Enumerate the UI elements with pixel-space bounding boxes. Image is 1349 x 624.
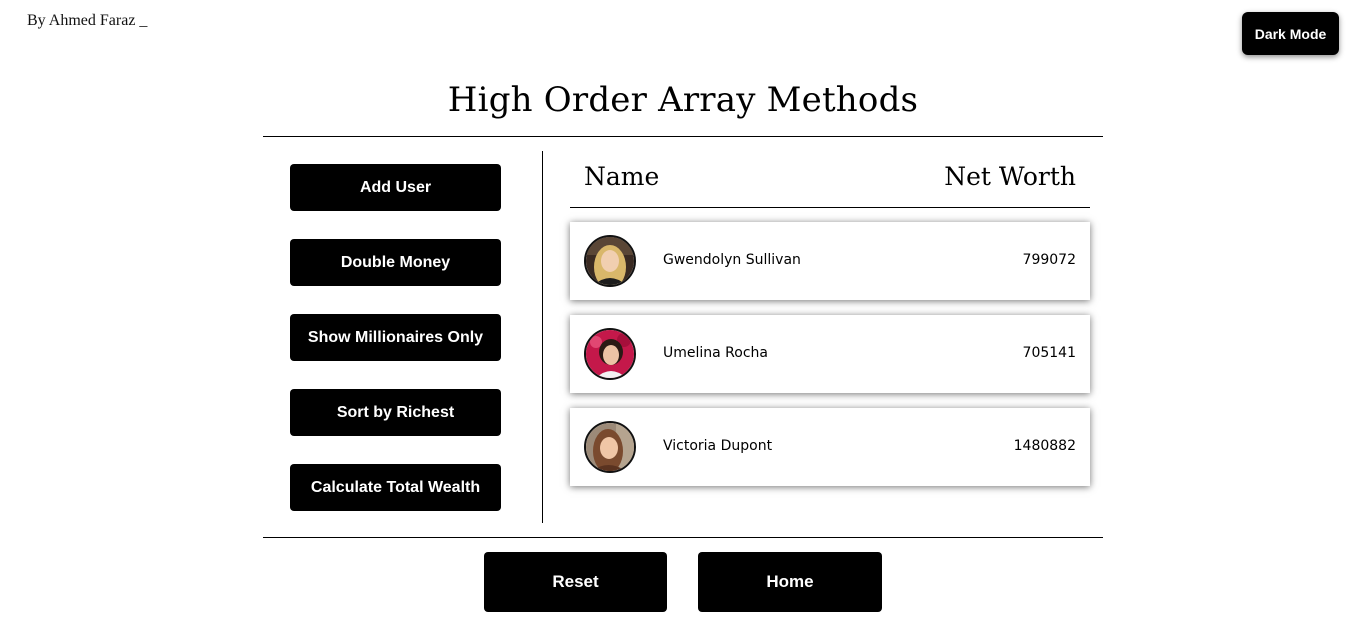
vertical-divider	[542, 151, 543, 523]
user-row: Victoria Dupont 1480882	[570, 408, 1090, 486]
avatar-blonde-icon	[586, 237, 634, 285]
user-net-worth: 1480882	[1013, 438, 1076, 454]
dark-mode-button[interactable]: Dark Mode	[1242, 12, 1339, 55]
double-money-button[interactable]: Double Money	[290, 239, 501, 286]
user-net-worth: 799072	[1022, 252, 1076, 268]
bottom-divider	[263, 537, 1103, 538]
show-millionaires-button[interactable]: Show Millionaires Only	[290, 314, 501, 361]
user-name: Gwendolyn Sullivan	[663, 252, 801, 268]
name-column-header: Name	[584, 162, 660, 191]
user-net-worth: 705141	[1022, 345, 1076, 361]
add-user-button[interactable]: Add User	[290, 164, 501, 211]
sort-richest-button[interactable]: Sort by Richest	[290, 389, 501, 436]
net-worth-column-header: Net Worth	[944, 162, 1076, 191]
calculate-wealth-button[interactable]: Calculate Total Wealth	[290, 464, 501, 511]
avatar	[584, 421, 636, 473]
user-list: Gwendolyn Sullivan 799072 Umelina Rocha …	[570, 222, 1090, 501]
home-button[interactable]: Home	[698, 552, 882, 612]
reset-button[interactable]: Reset	[484, 552, 667, 612]
avatar	[584, 235, 636, 287]
avatar-brown-hair-icon	[586, 423, 634, 471]
user-name: Umelina Rocha	[663, 345, 768, 361]
page-title: High Order Array Methods	[447, 80, 919, 120]
top-divider	[263, 136, 1103, 137]
avatar-dark-hair-red-bg-icon	[586, 330, 634, 378]
user-row: Gwendolyn Sullivan 799072	[570, 222, 1090, 300]
author-credit: By Ahmed Faraz _	[27, 12, 148, 29]
user-row: Umelina Rocha 705141	[570, 315, 1090, 393]
action-sidebar: Add User Double Money Show Millionaires …	[290, 164, 501, 539]
avatar	[584, 328, 636, 380]
table-header: Name Net Worth	[570, 160, 1090, 208]
user-name: Victoria Dupont	[663, 438, 773, 454]
